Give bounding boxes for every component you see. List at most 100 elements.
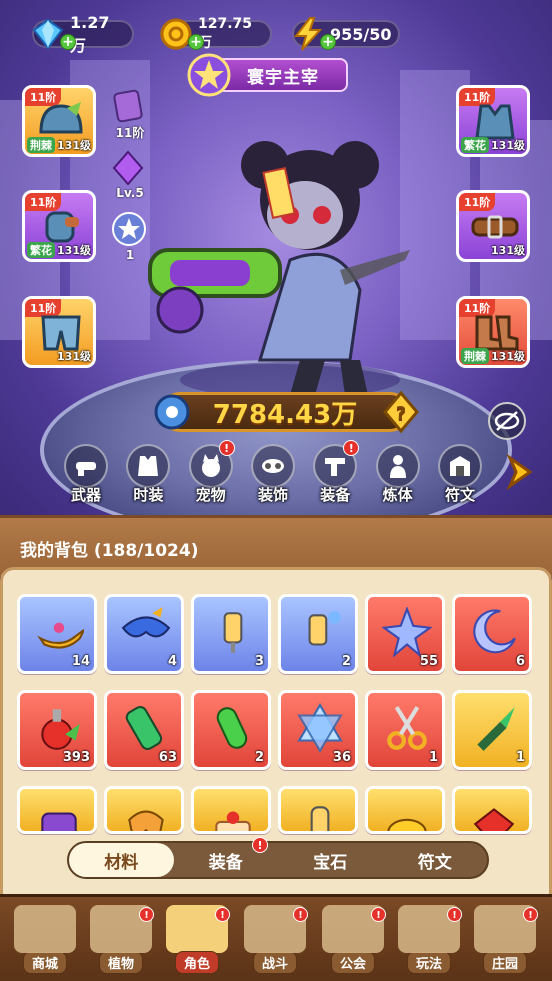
bag-item[interactable]: 1 [365,690,445,770]
category-fashion[interactable]: 时装 [120,444,176,506]
hero-scene: + 1.27万 + 127.75万 + 955/50 寰宇主宰 11阶 荆棘 1… [0,0,552,520]
bag-item[interactable] [365,786,445,834]
tab-label: 符文 [417,852,452,873]
tab-runes[interactable]: 符文 [383,843,488,877]
nav-battle[interactable]: 战斗! [242,905,308,977]
next-category-arrow-icon[interactable] [500,452,540,492]
add-energy-button[interactable]: + [320,34,336,50]
bag-item[interactable] [17,786,97,834]
item-count: 63 [158,750,177,765]
notification-badge: ! [523,907,538,922]
bag-item[interactable]: 4 [104,594,184,674]
item-count: 393 [62,750,90,765]
category-weapon[interactable]: 武器 [58,444,114,506]
slot-set-tag: 荆棘 [27,137,55,153]
item-count: 3 [254,654,264,669]
hero-character[interactable] [140,110,430,400]
category-row: 武器 时装 宠物 ! 装饰 装备 ! 炼体 符文 [58,440,488,506]
bag-item[interactable]: 36 [278,690,358,770]
cake-icon [215,811,251,831]
category-training[interactable]: 炼体 [370,444,426,506]
equip-slot-head[interactable]: 11阶 荆棘 131级 [22,85,96,157]
tab-label: 宝石 [313,852,348,873]
notification-badge: ! [447,907,462,922]
bag-item[interactable]: 3 [191,594,271,674]
orb-icon[interactable] [110,210,148,248]
nav-label: 植物 [98,951,143,974]
energy-resource[interactable]: + 955/50 [292,17,400,51]
category-label: 符文 [444,486,475,504]
belt-icon [471,215,519,239]
shorts-icon [41,315,81,351]
nav-label: 公会 [330,951,375,974]
bag-item[interactable] [452,786,532,834]
svg-text:?: ? [396,403,406,424]
add-gems-button[interactable]: + [60,34,76,50]
bag-item[interactable]: 1 [452,690,532,770]
equip-slot-gloves[interactable]: 11阶 繁花 131级 [22,190,96,262]
category-equipment[interactable]: 装备 ! [307,440,363,506]
hero-title: 寰宇主宰 [247,67,319,88]
bag-item[interactable]: 63 [104,690,184,770]
bag-item[interactable] [191,786,271,834]
equipment-icon [325,458,346,476]
notification-badge: ! [218,440,235,456]
nav-shop[interactable]: 商城 [12,905,78,977]
power-key-icon [154,394,190,430]
hexagram-icon [297,703,343,753]
nav-manor[interactable]: 庄园! [472,905,538,977]
bag-item[interactable]: 2 [278,594,358,674]
equip-slot-pants[interactable]: 11阶 131级 [22,296,96,368]
combat-power: 7784.43万 ? [154,391,419,433]
bag-item[interactable] [278,786,358,834]
purple-gem-icon[interactable] [110,150,146,186]
category-pet[interactable]: 宠物 ! [183,440,239,506]
bag-item[interactable] [104,786,184,834]
bag-item[interactable]: 14 [17,594,97,674]
equip-slot-boots[interactable]: 11阶 荆棘 131级 [456,296,530,368]
item-count: 55 [419,654,438,669]
star-crystal-icon [382,607,432,657]
help-icon[interactable]: ? [383,391,419,433]
slot-level: 131级 [57,244,91,257]
equip-slot-belt[interactable]: 11阶 131级 [456,190,530,262]
notification-badge: ! [293,907,308,922]
slot-level: 131级 [491,350,525,363]
slot-set-tag: 繁花 [461,137,489,153]
tab-gems[interactable]: 宝石 [278,843,383,877]
hide-ui-button[interactable] [488,402,526,440]
notification-badge: ! [252,837,268,853]
bag-item[interactable]: 393 [17,690,97,770]
coins-resource[interactable]: + 127.75万 [160,16,272,51]
bag-item[interactable]: 55 [365,594,445,674]
bag-item[interactable]: 6 [452,594,532,674]
bag-item[interactable]: 2 [191,690,271,770]
power-value: 7784.43万 [212,399,358,430]
slot-level: 131级 [491,139,525,152]
card-book-icon[interactable] [110,88,146,124]
category-label: 装备 [320,486,351,504]
shop-icon [14,905,76,953]
decoration-icon [261,459,284,473]
item-count: 1 [515,750,525,765]
tab-materials[interactable]: 材料 [69,843,174,877]
capsule-icon [216,707,248,749]
add-coins-button[interactable]: + [188,34,204,50]
dart-icon [477,707,515,751]
gems-resource[interactable]: + 1.27万 [32,13,134,55]
bag-panel: 14 4 3 2 55 6 393 63 2 36 1 1 材料 装备! 宝石 符文 [0,567,552,897]
nav-character[interactable]: 角色! [164,905,230,977]
category-rune[interactable]: 符文 [432,444,488,506]
slot-level: 131级 [491,244,525,257]
bag-tabs: 材料 装备! 宝石 符文 [67,837,489,879]
nav-plants[interactable]: 植物! [88,905,154,977]
tab-equipment[interactable]: 装备! [174,837,279,877]
slot-set-tag: 荆棘 [461,348,489,364]
category-decoration[interactable]: 装饰 [245,444,301,506]
equip-slot-chest[interactable]: 11阶 繁花 131级 [456,85,530,157]
dice-icon [41,812,77,831]
notification-badge: ! [371,907,386,922]
nav-gameplay[interactable]: 玩法! [396,905,462,977]
nav-guild[interactable]: 公会! [320,905,386,977]
nav-label: 商城 [22,951,67,974]
